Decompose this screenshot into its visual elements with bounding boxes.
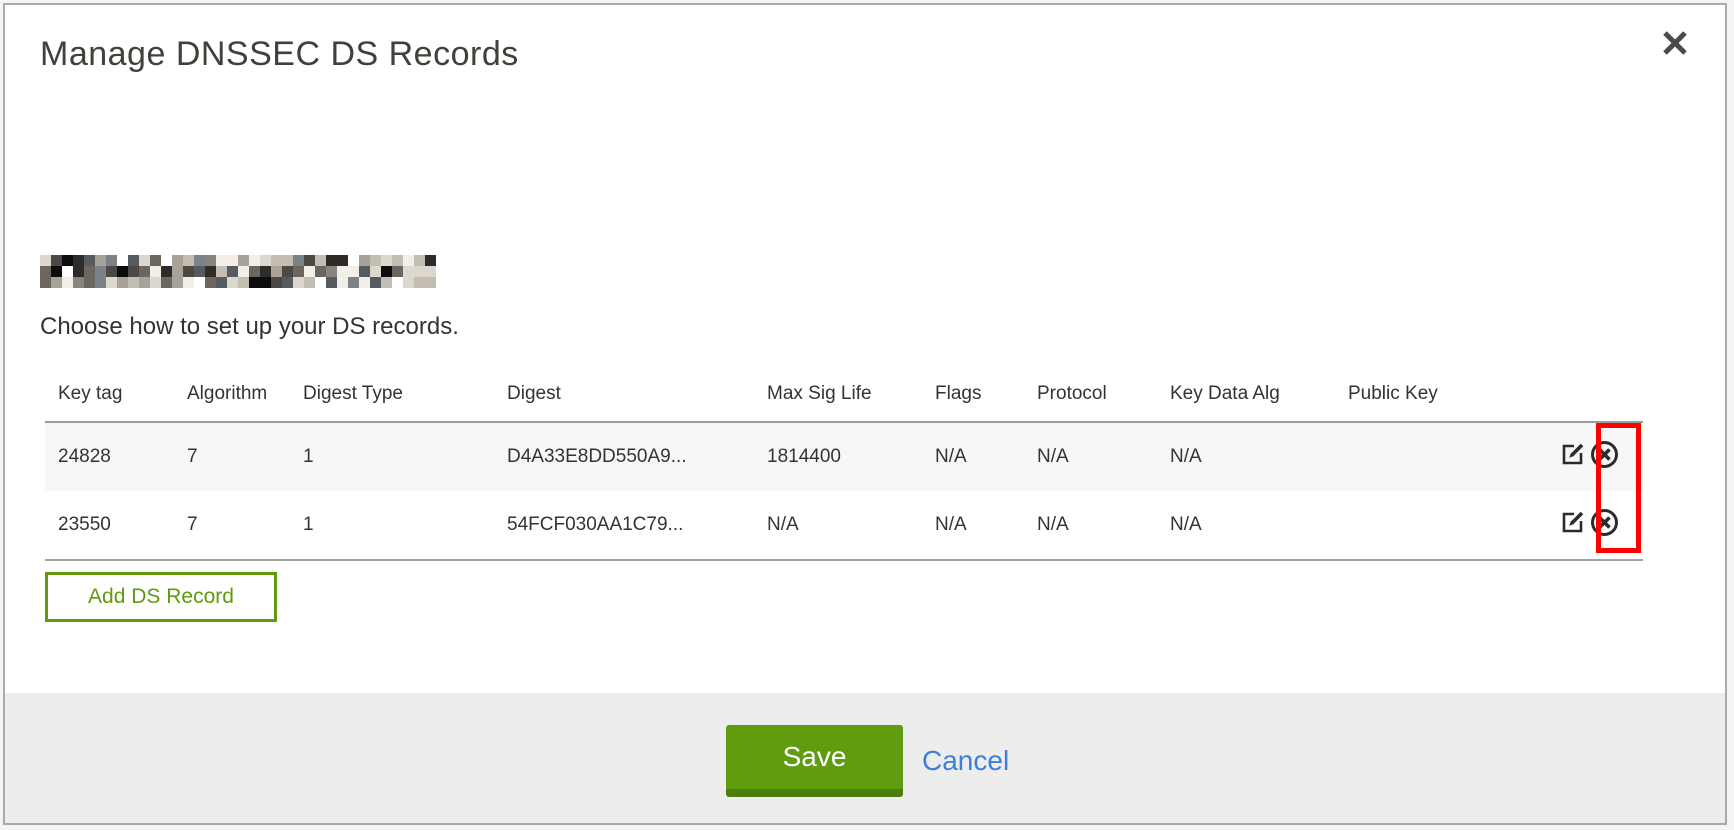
cell-digest: D4A33E8DD550A9...: [507, 446, 767, 468]
col-header-key-tag: Key tag: [58, 383, 187, 405]
cell-max-sig-life: 1814400: [767, 446, 935, 468]
delete-circle-x-icon: [1590, 440, 1619, 475]
cancel-link[interactable]: Cancel: [922, 725, 1009, 797]
cell-flags: N/A: [935, 446, 1037, 468]
table-row: 23550 7 1 54FCF030AA1C79... N/A N/A N/A …: [45, 491, 1643, 561]
delete-record-button[interactable]: [1590, 440, 1619, 475]
add-ds-record-button[interactable]: Add DS Record: [45, 572, 277, 622]
col-header-digest: Digest: [507, 383, 767, 405]
cell-key-tag: 24828: [58, 446, 187, 468]
cell-flags: N/A: [935, 514, 1037, 536]
instruction-text: Choose how to set up your DS records.: [40, 313, 459, 341]
close-button[interactable]: [1655, 25, 1695, 65]
cell-digest: 54FCF030AA1C79...: [507, 514, 767, 536]
redacted-domain-mosaic: [40, 255, 436, 288]
cell-protocol: N/A: [1037, 446, 1170, 468]
col-header-digest-type: Digest Type: [303, 383, 507, 405]
delete-record-button[interactable]: [1590, 508, 1619, 543]
modal-footer: Save Cancel: [5, 693, 1725, 823]
cell-algorithm: 7: [187, 446, 303, 468]
cell-key-data-alg: N/A: [1170, 446, 1348, 468]
col-header-flags: Flags: [935, 383, 1037, 405]
cell-key-data-alg: N/A: [1170, 514, 1348, 536]
dnssec-modal: Manage DNSSEC DS Records Choose how to s…: [3, 3, 1727, 825]
ds-records-table: Key tag Algorithm Digest Type Digest Max…: [45, 370, 1643, 561]
cell-digest-type: 1: [303, 514, 507, 536]
edit-icon: [1560, 510, 1585, 541]
col-header-public-key: Public Key: [1348, 383, 1498, 405]
page-title: Manage DNSSEC DS Records: [40, 35, 519, 74]
col-header-max-sig-life: Max Sig Life: [767, 383, 935, 405]
cell-max-sig-life: N/A: [767, 514, 935, 536]
cell-protocol: N/A: [1037, 514, 1170, 536]
cell-key-tag: 23550: [58, 514, 187, 536]
cell-algorithm: 7: [187, 514, 303, 536]
save-button[interactable]: Save: [726, 725, 903, 797]
col-header-protocol: Protocol: [1037, 383, 1170, 405]
edit-record-button[interactable]: [1560, 510, 1585, 541]
col-header-algorithm: Algorithm: [187, 383, 303, 405]
edit-icon: [1560, 442, 1585, 473]
edit-record-button[interactable]: [1560, 442, 1585, 473]
delete-circle-x-icon: [1590, 508, 1619, 543]
col-header-key-data-alg: Key Data Alg: [1170, 383, 1348, 405]
table-row: 24828 7 1 D4A33E8DD550A9... 1814400 N/A …: [45, 423, 1643, 491]
table-header-row: Key tag Algorithm Digest Type Digest Max…: [45, 370, 1643, 423]
cell-digest-type: 1: [303, 446, 507, 468]
close-icon: [1661, 29, 1689, 62]
